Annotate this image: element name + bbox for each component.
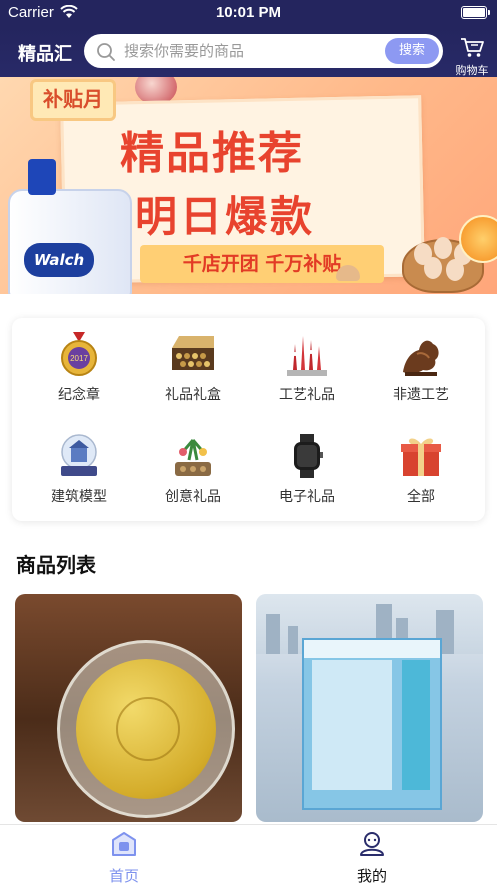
promo-banner[interactable]: 补贴月 精品推荐 明日爆款 千店开团 千万补贴 Walch	[0, 77, 497, 294]
search-input[interactable]	[124, 40, 364, 62]
search-icon	[96, 42, 116, 66]
product-list-title: 商品列表	[16, 553, 96, 577]
category-label: 礼品礼盒	[165, 387, 221, 403]
category-heritage[interactable]: 非遗工艺	[362, 330, 480, 404]
product-card[interactable]	[15, 594, 242, 822]
cart-button[interactable]: 购物车	[450, 36, 494, 78]
home-icon	[112, 832, 136, 856]
gift-box-icon	[172, 336, 214, 370]
banner-headline-1: 精品推荐	[120, 128, 304, 179]
egg-image	[424, 257, 442, 279]
category-label: 建筑模型	[51, 489, 107, 505]
status-bar: Carrier 10:01 PM	[0, 0, 497, 28]
egg-image	[434, 237, 452, 259]
snow-globe-icon	[61, 434, 97, 476]
search-box[interactable]: 搜索	[84, 34, 443, 68]
clock: 10:01 PM	[215, 4, 282, 21]
search-button[interactable]: 搜索	[385, 38, 439, 64]
cart-icon	[459, 38, 485, 62]
egg-image	[446, 259, 464, 281]
product-card[interactable]	[256, 594, 483, 822]
tab-bar: 首页 我的	[0, 824, 497, 886]
category-craft[interactable]: 工艺礼品	[248, 330, 366, 404]
category-label: 全部	[407, 489, 435, 505]
category-label: 电子礼品	[279, 489, 335, 505]
category-label: 创意礼品	[165, 489, 221, 505]
category-grid: 2017 纪念章 礼品礼盒 工艺礼品 非遗工艺 建筑模型 创意礼品 电子礼品 全…	[12, 318, 485, 521]
nav-bar: 精品汇 搜索 购物车	[0, 28, 497, 77]
carving-icon	[403, 340, 439, 376]
category-architecture[interactable]: 建筑模型	[20, 432, 138, 506]
category-label: 工艺礼品	[279, 387, 335, 403]
svg-text:2017: 2017	[70, 354, 88, 363]
category-label: 非遗工艺	[393, 387, 449, 403]
commemorative-coin-image	[57, 640, 235, 818]
bottle-brand: Walch	[24, 243, 94, 277]
medal-icon: 2017	[61, 332, 97, 376]
category-gift-box[interactable]: 礼品礼盒	[134, 330, 252, 404]
app-title: 精品汇	[18, 44, 72, 65]
tab-home[interactable]: 首页	[74, 831, 174, 886]
plant-icon	[175, 439, 211, 476]
user-icon	[360, 832, 384, 856]
category-medal[interactable]: 2017 纪念章	[20, 330, 138, 404]
category-label: 纪念章	[58, 387, 100, 403]
battery-icon	[461, 6, 490, 19]
banner-tag: 补贴月	[30, 79, 116, 121]
gift-icon	[401, 438, 441, 476]
city-gift-box-image	[302, 638, 442, 810]
cart-label: 购物车	[455, 64, 489, 77]
category-electronic[interactable]: 电子礼品	[248, 432, 366, 506]
smartwatch-icon	[294, 434, 323, 478]
banner-headline-2: 明日爆款	[135, 192, 316, 241]
tab-mine[interactable]: 我的	[322, 831, 422, 886]
category-creative[interactable]: 创意礼品	[134, 432, 252, 506]
craft-icon	[287, 336, 327, 376]
category-all[interactable]: 全部	[362, 432, 480, 506]
detergent-bottle-image: Walch	[8, 159, 132, 294]
